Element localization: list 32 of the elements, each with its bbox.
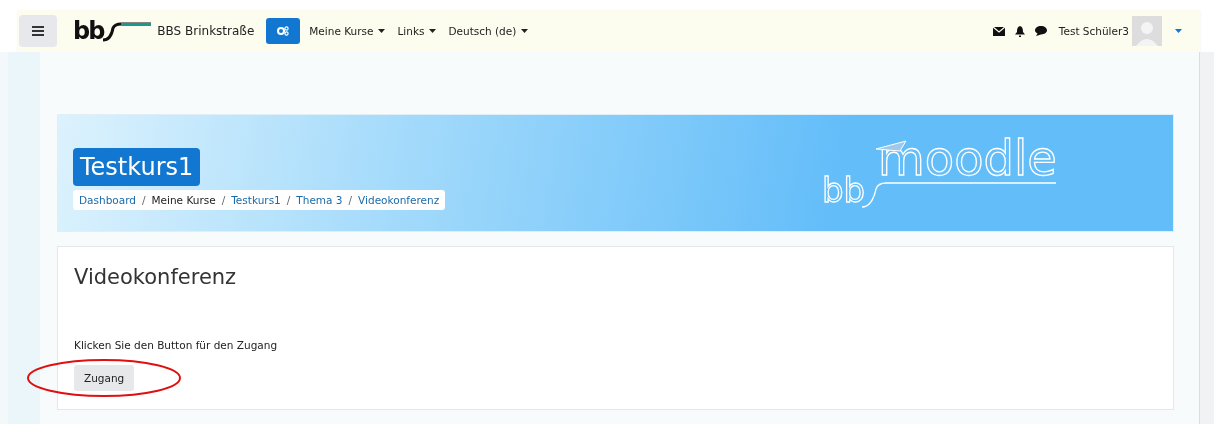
moodle-logo: bb moodle (820, 127, 1071, 217)
caret-icon (429, 29, 437, 33)
breadcrumb-link[interactable]: Dashboard (79, 194, 136, 206)
breadcrumb-separator: / (221, 194, 226, 206)
settings-button[interactable] (266, 18, 301, 44)
site-logo[interactable]: bb (73, 16, 152, 46)
breadcrumb-separator: / (348, 194, 353, 206)
caret-icon (521, 29, 529, 33)
access-button[interactable]: Zugang (74, 365, 135, 391)
menu-button[interactable] (19, 15, 57, 47)
caret-icon (378, 29, 386, 33)
nav-menu[interactable]: Deutsch (de) (443, 21, 534, 41)
course-title: Testkurs1 (73, 148, 201, 186)
breadcrumb-item: Meine Kurse (151, 194, 216, 206)
menu-icon (32, 26, 44, 36)
settings-icon (277, 26, 290, 36)
page-title: Videokonferenz (74, 265, 238, 289)
nav-menu[interactable]: Meine Kurse (304, 21, 391, 41)
user-name[interactable]: Test Schüler3 (1058, 25, 1129, 37)
site-name[interactable]: BBS Brinkstraße (157, 24, 255, 38)
breadcrumb-separator: / (286, 194, 291, 206)
scrollbar[interactable] (1199, 52, 1214, 424)
breadcrumb-link[interactable]: Videokonferenz (358, 194, 440, 206)
instruction-text: Klicken Sie den Button für den Zugang (74, 339, 279, 351)
breadcrumb-link[interactable]: Thema 3 (296, 194, 343, 206)
nav-menu[interactable]: Links (392, 21, 442, 41)
chat-icon[interactable] (1034, 26, 1047, 36)
bell-icon[interactable] (1014, 25, 1025, 37)
breadcrumb-separator: / (141, 194, 146, 206)
mail-icon[interactable] (992, 26, 1005, 36)
breadcrumb-link[interactable]: Testkurs1 (231, 194, 281, 206)
caret-icon[interactable] (1175, 29, 1182, 33)
